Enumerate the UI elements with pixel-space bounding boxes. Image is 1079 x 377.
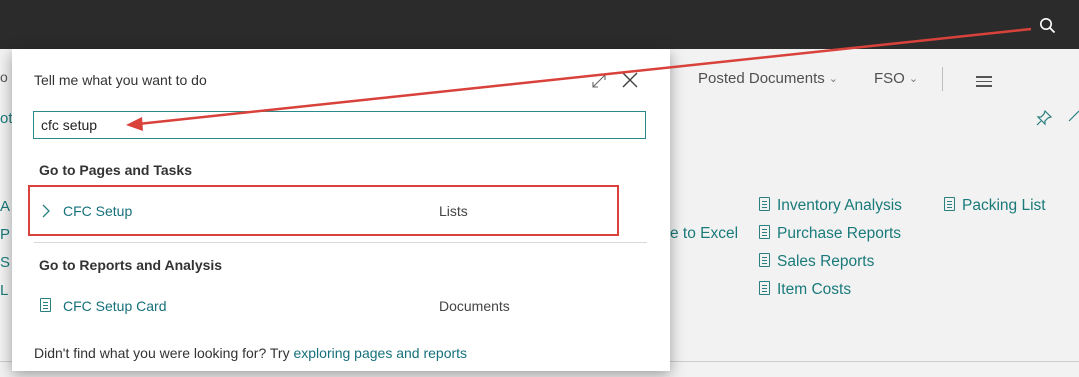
edge-letter: P <box>0 226 11 243</box>
annotation-highlight-box <box>28 185 619 236</box>
edge-text-top2: ot <box>0 110 13 127</box>
edge-letter: A <box>0 198 11 215</box>
edge-letter: S <box>0 254 11 271</box>
hamburger-menu-icon[interactable] <box>976 76 992 90</box>
section-pages-tasks: Go to Pages and Tasks <box>39 162 193 178</box>
chevron-down-icon: ⌄ <box>828 73 838 85</box>
link-packing-list[interactable]: Packing List <box>944 197 1046 215</box>
explore-link[interactable]: exploring pages and reports <box>293 345 467 361</box>
document-icon <box>759 281 770 295</box>
result-cfc-setup-card[interactable]: CFC Setup Card Documents <box>34 290 647 324</box>
document-icon <box>759 225 770 239</box>
edge-letter: L <box>0 282 9 299</box>
section-divider <box>34 242 647 243</box>
section-reports-analysis: Go to Reports and Analysis <box>39 257 223 273</box>
close-icon[interactable] <box>621 71 639 89</box>
search-input[interactable] <box>33 111 646 139</box>
edge-text-top: o <box>0 69 8 85</box>
dialog-footer: Didn't find what you were looking for? T… <box>34 345 468 361</box>
expand-icon[interactable] <box>1067 109 1079 123</box>
link-purchase-reports[interactable]: Purchase Reports <box>759 225 901 243</box>
expand-icon[interactable] <box>591 73 607 89</box>
link-item-costs[interactable]: Item Costs <box>759 281 851 299</box>
document-icon <box>40 298 51 312</box>
link-inventory-analysis[interactable]: Inventory Analysis <box>759 197 902 215</box>
chevron-down-icon: ⌄ <box>908 73 919 85</box>
link-sales-reports[interactable]: Sales Reports <box>759 253 874 271</box>
nav-divider <box>942 67 943 91</box>
document-icon <box>759 253 770 267</box>
link-excel-partial[interactable]: e to Excel <box>670 225 738 243</box>
pin-icon[interactable] <box>1036 110 1052 126</box>
search-icon[interactable] <box>1038 16 1058 36</box>
top-app-bar <box>0 0 1079 49</box>
result-type: Documents <box>439 298 510 314</box>
document-icon <box>759 197 770 211</box>
document-icon <box>944 197 955 211</box>
nav-fso[interactable]: FSO ⌄ <box>874 70 918 87</box>
result-label: CFC Setup Card <box>63 298 167 314</box>
nav-posted-documents[interactable]: Posted Documents ⌄ <box>698 70 838 87</box>
dialog-title: Tell me what you want to do <box>34 72 207 88</box>
